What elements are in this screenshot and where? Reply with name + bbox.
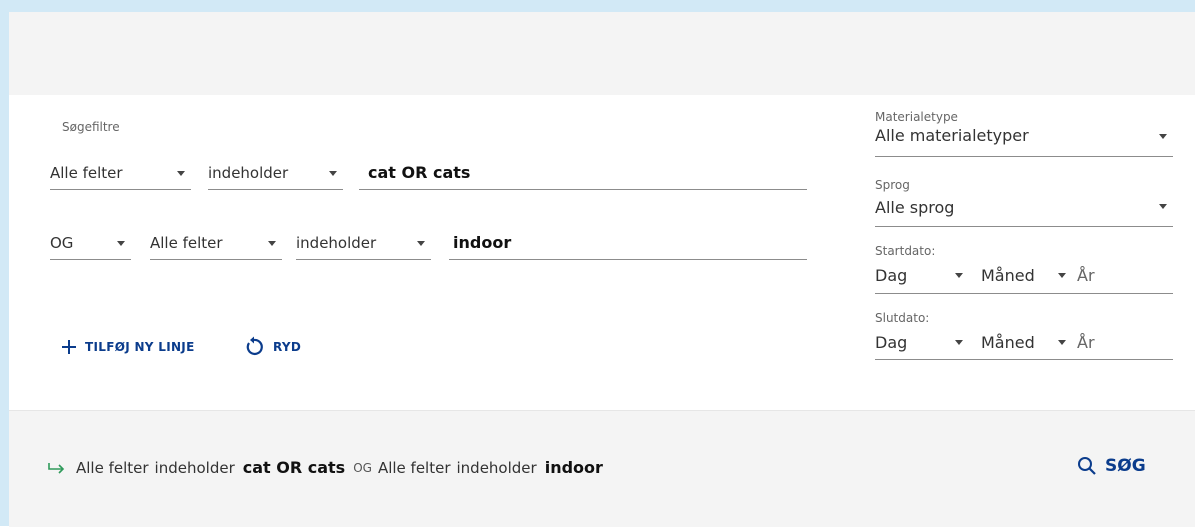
header-band	[9, 12, 1195, 95]
chevron-down-icon	[117, 241, 125, 246]
start-month-select[interactable]: Måned	[981, 266, 1035, 285]
summary-operator-1: indeholder	[154, 458, 235, 477]
language-select[interactable]: Sprog Alle sprog	[875, 176, 1173, 227]
arrow-right-icon	[48, 462, 65, 474]
start-day-select[interactable]: Dag	[875, 266, 907, 285]
end-day-select[interactable]: Dag	[875, 333, 907, 352]
summary-field-2: Alle felter	[377, 458, 451, 477]
top-frame-bar	[0, 0, 1195, 12]
summary-operator-2: indeholder	[456, 458, 537, 477]
summary-field-1: Alle felter	[76, 458, 149, 477]
chevron-down-icon	[268, 241, 276, 246]
summary-boolean: OG	[353, 460, 372, 475]
end-month-select[interactable]: Måned	[981, 333, 1035, 352]
left-frame-bar	[0, 0, 9, 526]
start-year-select[interactable]: År	[1077, 266, 1095, 285]
material-type-select[interactable]: Materialetype Alle materialetyper	[875, 110, 1173, 157]
query-input-row2[interactable]: indoor	[449, 229, 807, 260]
advanced-search-panel: Søgefiltre Alle felter indeholder cat OR…	[9, 12, 1195, 527]
chevron-down-icon	[329, 171, 337, 176]
chevron-down-icon	[177, 171, 185, 176]
end-year-select[interactable]: År	[1077, 333, 1095, 352]
chevron-down-icon	[1058, 273, 1066, 278]
chevron-down-icon	[955, 273, 963, 278]
summary-query-1: cat OR cats	[242, 458, 346, 477]
operator-select-row2[interactable]: indeholder	[296, 229, 431, 260]
chevron-down-icon	[1159, 204, 1167, 209]
reset-icon	[246, 336, 263, 356]
operator-select-row1[interactable]: indeholder	[208, 159, 343, 190]
chevron-down-icon	[417, 241, 425, 246]
chevron-down-icon	[1159, 134, 1167, 139]
query-input-row1[interactable]: cat OR cats	[359, 159, 807, 190]
boolean-select-row2[interactable]: OG	[50, 229, 131, 260]
query-summary: Alle felter indeholder cat OR cats OG Al…	[47, 458, 603, 477]
add-line-button[interactable]: TILFØJ NY LINJE	[61, 339, 195, 355]
clear-button[interactable]: RYD	[243, 336, 301, 358]
chevron-down-icon	[1058, 340, 1066, 345]
field-select-row1[interactable]: Alle felter	[50, 159, 191, 190]
chevron-down-icon	[955, 340, 963, 345]
filters-label: Søgefiltre	[62, 120, 120, 134]
search-icon	[1078, 457, 1096, 475]
search-button[interactable]: SØG	[1077, 456, 1146, 476]
summary-query-2: indoor	[544, 458, 603, 477]
field-select-row2[interactable]: Alle felter	[150, 229, 282, 260]
plus-icon	[62, 340, 76, 354]
